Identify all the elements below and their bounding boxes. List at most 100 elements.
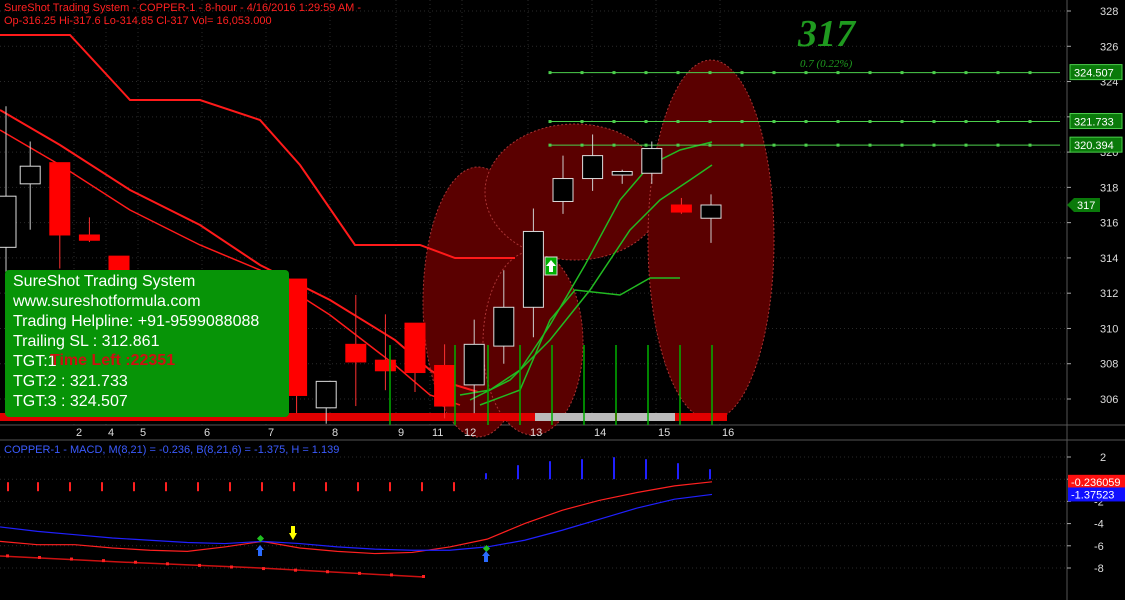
signal-value-tag-label: -1.37523 (1071, 489, 1114, 501)
macd-value-tag-label: -0.236059 (1071, 477, 1121, 489)
x-tick-label: 9 (398, 427, 404, 439)
info-title: SureShot Trading System (13, 273, 196, 290)
candle-body (611, 170, 633, 176)
candle-body (434, 364, 456, 407)
macd-dot (134, 560, 137, 564)
target-dot (964, 143, 968, 147)
candle-body (700, 204, 722, 219)
target-dot (1028, 143, 1032, 147)
candle-body (315, 380, 337, 409)
x-tick-label: 12 (464, 427, 476, 439)
ohlc-readout: Op-316.25 Hi-317.6 Lo-314.85 Cl-317 Vol=… (4, 15, 272, 27)
x-tick-label: 2 (76, 427, 82, 439)
trend-bar-gray (535, 413, 675, 421)
target-dot (836, 143, 840, 147)
trend-bar-red (675, 413, 695, 421)
signal-arrows (544, 256, 558, 276)
target-dot (772, 71, 776, 75)
chart-title: SureShot Trading System - COPPER-1 - 8-h… (4, 2, 362, 14)
target-dot (932, 120, 936, 124)
x-tick-label: 16 (722, 427, 734, 439)
target-dot (868, 71, 872, 75)
info-tgt3: TGT:3 : 324.507 (13, 393, 128, 410)
last-price-tag-label: 317 (1077, 200, 1095, 212)
target-dot (1028, 71, 1032, 75)
y-tick-label: 310 (1100, 323, 1118, 335)
target-dot (644, 71, 648, 75)
macd-y-label: 2 (1100, 452, 1106, 464)
y-tick-label: 316 (1100, 218, 1118, 230)
macd-dot (38, 555, 41, 559)
target-dot (708, 120, 712, 124)
candle-body (641, 148, 663, 174)
macd-y-label: -8 (1094, 563, 1104, 575)
macd-dot (166, 562, 169, 566)
target-dot (548, 120, 552, 124)
target-dot (932, 143, 936, 147)
target-dot (740, 120, 744, 124)
x-tick-label: 5 (140, 427, 146, 439)
macd-dot (198, 563, 201, 567)
candle-body (493, 306, 515, 347)
target-dot (804, 120, 808, 124)
ellipse-3 (484, 123, 666, 261)
target-dot (932, 71, 936, 75)
target-dot (996, 120, 1000, 124)
candle-body (345, 343, 367, 363)
target-dot (836, 120, 840, 124)
macd-dot (294, 568, 297, 572)
candle-body (286, 278, 308, 396)
candle-body (552, 178, 574, 202)
target-dot (612, 71, 616, 75)
candle-body (582, 155, 604, 180)
info-tgt2: TGT:2 : 321.733 (13, 373, 128, 390)
target-dot (708, 143, 712, 147)
target-dot (772, 120, 776, 124)
target-dot (548, 143, 552, 147)
x-tick-label: 6 (204, 427, 210, 439)
macd-title: COPPER-1 - MACD, M(8,21) = -0.236, B(8,2… (4, 444, 340, 456)
last-price: 317 (798, 13, 855, 55)
target-dot (548, 71, 552, 75)
target-price-tag-label: 324.507 (1074, 68, 1114, 80)
macd-dot (422, 575, 425, 578)
macd-y-label: -6 (1094, 541, 1104, 553)
target-dot (580, 143, 584, 147)
time-left: Time Left :22351 (50, 352, 176, 369)
x-tick-label: 14 (594, 427, 606, 439)
info-website[interactable]: www.sureshotformula.com (13, 293, 201, 311)
target-dot (708, 71, 712, 75)
target-dot (644, 120, 648, 124)
macd-dot (358, 571, 361, 575)
y-tick-label: 328 (1100, 6, 1118, 18)
target-dot (676, 71, 680, 75)
macd-y-label: -4 (1094, 519, 1104, 531)
target-dot (580, 120, 584, 124)
candle-body (49, 162, 71, 236)
target-dot (900, 71, 904, 75)
target-price-tag-label: 320.394 (1074, 140, 1114, 152)
candle-body (463, 343, 485, 386)
candle-body (19, 165, 41, 185)
target-dot (676, 143, 680, 147)
target-dot (836, 71, 840, 75)
macd-dot (262, 567, 265, 571)
candle-body (522, 230, 544, 308)
target-dot (580, 71, 584, 75)
candle-body (670, 204, 692, 213)
info-box: SureShot Trading System www.sureshotform… (5, 270, 289, 417)
y-tick-label: 326 (1100, 41, 1118, 53)
target-dot (868, 143, 872, 147)
macd-dot (326, 570, 329, 574)
candle-body (78, 234, 100, 241)
candle-body (404, 322, 426, 374)
x-tick-label: 8 (332, 427, 338, 439)
price-change: 0.7 (0.22%) (800, 58, 853, 70)
macd-dot (70, 557, 73, 561)
macd-dot (6, 554, 9, 558)
target-dot (676, 120, 680, 124)
y-tick-label: 306 (1100, 394, 1118, 406)
target-dot (868, 120, 872, 124)
target-dot (804, 143, 808, 147)
target-dot (996, 143, 1000, 147)
